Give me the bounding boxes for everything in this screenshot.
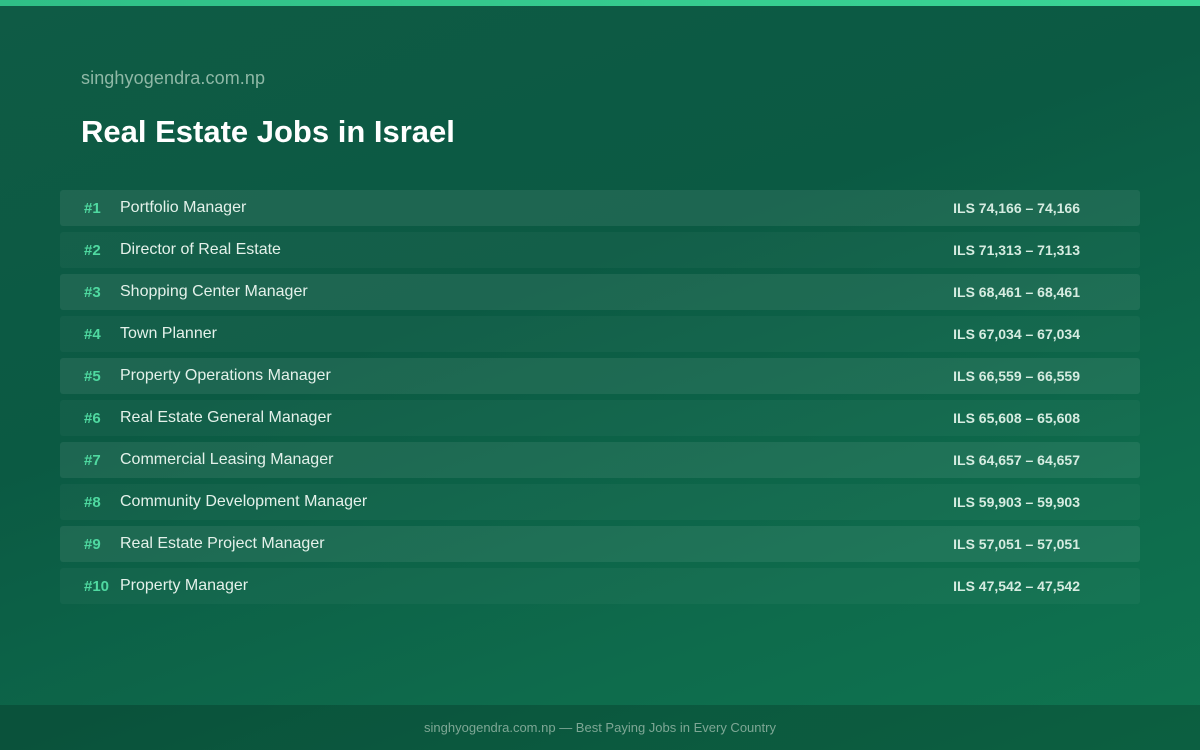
top-accent-bar bbox=[0, 0, 1200, 6]
job-title: Property Manager bbox=[120, 577, 249, 594]
job-rank: #9 bbox=[84, 535, 101, 553]
job-title: Real Estate Project Manager bbox=[120, 535, 325, 552]
job-salary: ILS 68,461 – 68,461 bbox=[953, 284, 1080, 300]
site-name: singhyogendra.com.np bbox=[81, 68, 266, 88]
jobs-list: #1 Portfolio Manager ILS 74,166 – 74,166… bbox=[60, 190, 1140, 610]
job-title: Community Development Manager bbox=[120, 493, 368, 510]
job-title: Portfolio Manager bbox=[120, 199, 247, 216]
footer-text: singhyogendra.com.np — Best Paying Jobs … bbox=[424, 720, 776, 735]
job-row[interactable]: #7 Commercial Leasing Manager ILS 64,657… bbox=[60, 442, 1140, 478]
job-title: Real Estate General Manager bbox=[120, 409, 332, 426]
job-salary: ILS 59,903 – 59,903 bbox=[953, 494, 1080, 510]
job-salary: ILS 64,657 – 64,657 bbox=[953, 452, 1080, 468]
job-salary: ILS 57,051 – 57,051 bbox=[953, 536, 1080, 552]
job-salary: ILS 71,313 – 71,313 bbox=[953, 242, 1080, 258]
job-rank: #4 bbox=[84, 325, 101, 343]
footer: singhyogendra.com.np — Best Paying Jobs … bbox=[0, 705, 1200, 750]
job-rank: #7 bbox=[84, 451, 101, 469]
job-rank: #8 bbox=[84, 493, 101, 511]
job-row[interactable]: #4 Town Planner ILS 67,034 – 67,034 bbox=[60, 316, 1140, 352]
job-rank: #5 bbox=[84, 367, 101, 385]
job-salary: ILS 66,559 – 66,559 bbox=[953, 368, 1080, 384]
job-title: Director of Real Estate bbox=[120, 241, 281, 258]
job-rank: #10 bbox=[84, 577, 110, 595]
job-row[interactable]: #5 Property Operations Manager ILS 66,55… bbox=[60, 358, 1140, 394]
job-row[interactable]: #9 Real Estate Project Manager ILS 57,05… bbox=[60, 526, 1140, 562]
job-rank: #1 bbox=[84, 199, 101, 217]
job-salary: ILS 67,034 – 67,034 bbox=[953, 326, 1080, 342]
page-title: Real Estate Jobs in Israel bbox=[81, 114, 455, 149]
job-rank: #3 bbox=[84, 283, 101, 301]
job-row[interactable]: #3 Shopping Center Manager ILS 68,461 – … bbox=[60, 274, 1140, 310]
job-row[interactable]: #2 Director of Real Estate ILS 71,313 – … bbox=[60, 232, 1140, 268]
job-title: Property Operations Manager bbox=[120, 367, 331, 384]
job-salary: ILS 47,542 – 47,542 bbox=[953, 578, 1080, 594]
job-salary: ILS 74,166 – 74,166 bbox=[953, 200, 1080, 216]
job-rank: #2 bbox=[84, 241, 101, 259]
job-rank: #6 bbox=[84, 409, 101, 427]
job-salary: ILS 65,608 – 65,608 bbox=[953, 410, 1080, 426]
job-title: Town Planner bbox=[120, 325, 217, 342]
job-title: Commercial Leasing Manager bbox=[120, 451, 334, 468]
job-row[interactable]: #1 Portfolio Manager ILS 74,166 – 74,166 bbox=[60, 190, 1140, 226]
job-row[interactable]: #10 Property Manager ILS 47,542 – 47,542 bbox=[60, 568, 1140, 604]
job-row[interactable]: #8 Community Development Manager ILS 59,… bbox=[60, 484, 1140, 520]
job-row[interactable]: #6 Real Estate General Manager ILS 65,60… bbox=[60, 400, 1140, 436]
job-title: Shopping Center Manager bbox=[120, 283, 308, 300]
